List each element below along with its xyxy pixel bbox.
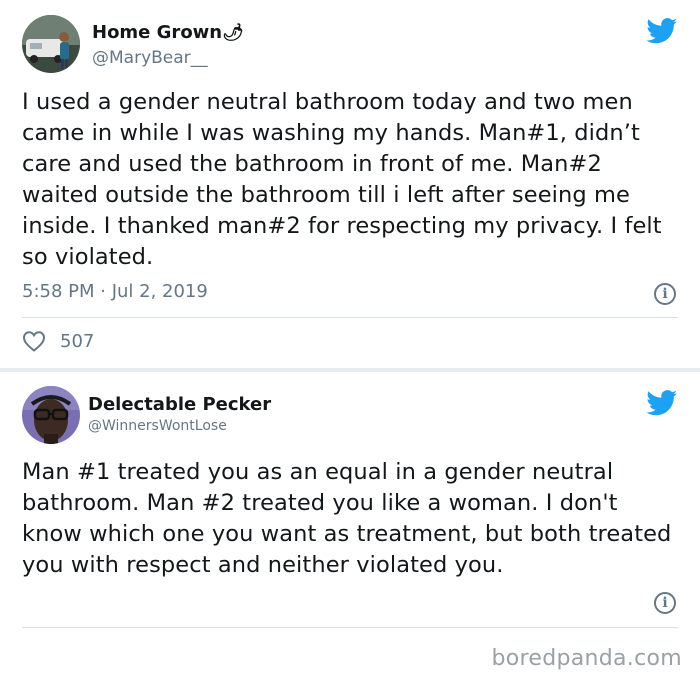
avatar[interactable] bbox=[22, 386, 80, 444]
divider bbox=[22, 317, 678, 318]
tweet-timestamp[interactable]: 5:58 PM · Jul 2, 2019 bbox=[22, 281, 208, 302]
info-icon[interactable]: i bbox=[654, 283, 676, 305]
tweet-text: I used a gender neutral bathroom today a… bbox=[22, 89, 662, 270]
info-icon[interactable]: i bbox=[654, 592, 676, 614]
chili-pepper-icon: 🌶 bbox=[222, 23, 244, 43]
display-name-text: Home Grown bbox=[92, 22, 223, 43]
tweet-text: Man #1 treated you as an equal in a gend… bbox=[22, 459, 672, 578]
avatar[interactable] bbox=[22, 15, 80, 73]
heart-icon[interactable] bbox=[22, 330, 46, 352]
like-action[interactable]: 507 bbox=[22, 330, 94, 352]
user-handle[interactable]: @WinnersWontLose bbox=[88, 418, 227, 434]
display-name[interactable]: Delectable Pecker bbox=[88, 394, 271, 415]
user-handle[interactable]: @MaryBear__ bbox=[92, 48, 208, 68]
tweet-card-1: Home Grown🌶 @MaryBear__ I used a gender … bbox=[0, 0, 700, 368]
twitter-bird-icon[interactable] bbox=[646, 18, 678, 48]
like-count: 507 bbox=[60, 330, 95, 352]
divider bbox=[22, 627, 678, 628]
twitter-bird-icon[interactable] bbox=[646, 390, 678, 420]
watermark: boredpanda.com bbox=[491, 646, 682, 671]
tweet-card-2: Delectable Pecker @WinnersWontLose Man #… bbox=[0, 372, 700, 640]
display-name[interactable]: Home Grown🌶 bbox=[92, 22, 244, 43]
